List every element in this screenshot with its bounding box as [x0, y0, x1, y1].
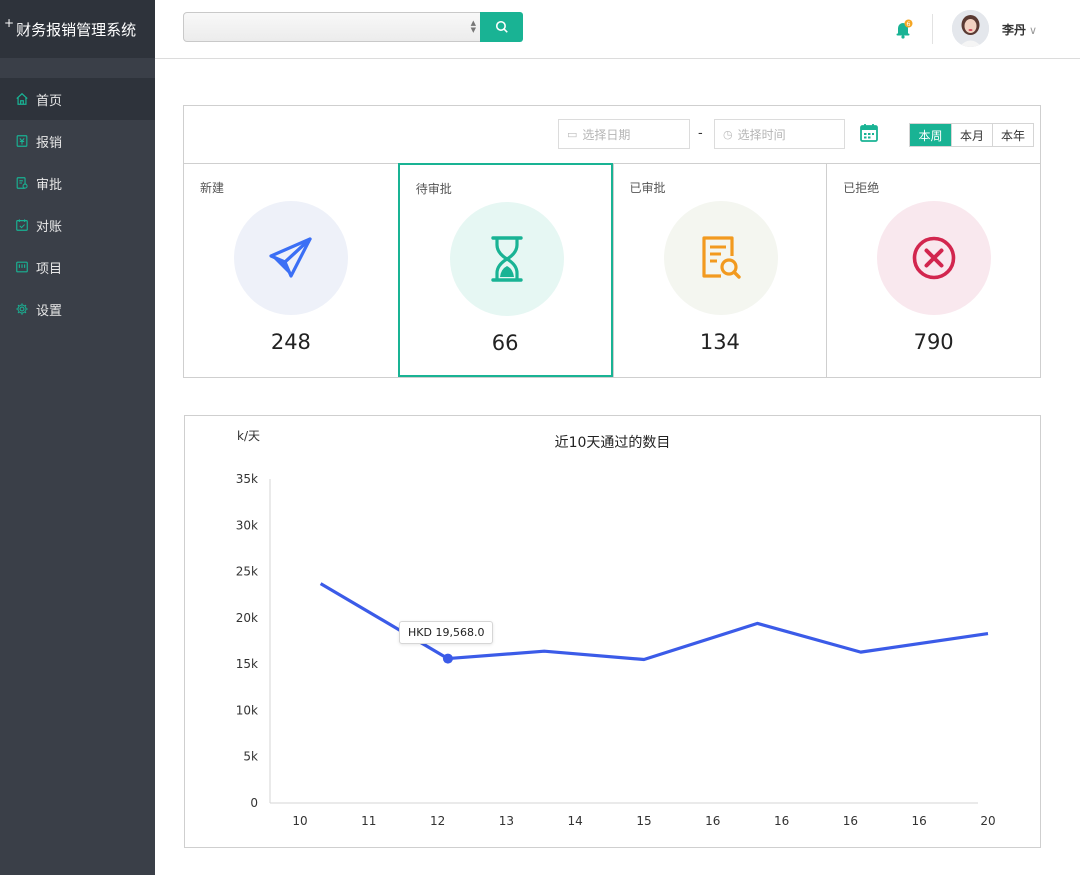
approval-icon	[15, 176, 29, 190]
stat-label: 待审批	[415, 182, 452, 196]
period-year-button[interactable]: 本年	[992, 124, 1033, 146]
y-tick-label: 35k	[236, 472, 258, 486]
chevron-down-icon: ∨	[1029, 24, 1038, 37]
sidebar-item-label: 项目	[36, 261, 63, 277]
tooltip-text: HKD 19,568.0	[408, 626, 485, 639]
home-icon	[15, 92, 29, 106]
notification-count: 6	[906, 20, 910, 28]
app-title: 财务报销管理系统	[16, 20, 137, 39]
y-tick-label: 30k	[236, 518, 258, 532]
calendar-check-icon	[15, 218, 29, 232]
avatar[interactable]	[952, 10, 989, 47]
sidebar-item-settings[interactable]: 设置	[0, 288, 155, 330]
top-header: ▲ ▼ 6 李丹 ∨	[155, 0, 1080, 59]
y-tick-label: 10k	[236, 703, 258, 717]
data-point-highlight	[442, 653, 453, 664]
y-tick-label: 5k	[243, 750, 258, 764]
period-toggle: 本周 本月 本年	[909, 123, 1034, 147]
calendar-icon	[860, 124, 878, 142]
document-search-icon	[701, 236, 741, 279]
x-tick-label: 16	[774, 814, 789, 828]
sidebar-item-label: 设置	[36, 303, 63, 319]
project-icon	[15, 260, 29, 274]
stat-icon-circle	[234, 201, 348, 315]
y-tick-label: 15k	[236, 657, 258, 671]
x-tick-label: 20	[980, 814, 995, 828]
stat-icon-circle	[663, 201, 778, 315]
stat-card-rejected[interactable]: 已拒绝 790	[826, 164, 1040, 377]
bell-icon: 6	[896, 19, 913, 39]
sidebar-item-project[interactable]: 项目	[0, 246, 155, 288]
clock-icon: ◷	[723, 127, 733, 141]
search-icon	[495, 20, 508, 33]
sidebar-item-home[interactable]: 首页	[0, 78, 155, 120]
sidebar-item-approval[interactable]: 审批	[0, 162, 155, 204]
x-tick-label: 16	[705, 814, 720, 828]
brand-plus: +	[4, 16, 15, 30]
stat-value: 134	[699, 330, 740, 354]
sidebar-item-label: 审批	[36, 177, 63, 193]
stat-card-approved[interactable]: 已审批 134	[612, 164, 827, 377]
x-tick-label: 13	[499, 814, 514, 828]
chart-tooltip: HKD 19,568.0	[399, 621, 494, 644]
x-tick-label: 10	[292, 814, 307, 828]
stat-cards: 新建 248 待审批 66 已审批 134 已拒绝 790	[184, 163, 1040, 377]
range-dash: -	[698, 126, 703, 141]
stat-value: 790	[913, 330, 954, 354]
line-chart: 0 5k 10k 15k 20k 25k 30k 35k 10 11 12 13 14 15 16 16 16 1…	[236, 472, 996, 828]
sidebar-item-reimburse[interactable]: 报销	[0, 120, 155, 162]
receipt-icon	[15, 134, 29, 148]
period-week-button[interactable]: 本周	[910, 124, 951, 146]
user-avatar-icon	[952, 10, 989, 47]
paper-plane-icon	[269, 237, 312, 278]
search-select[interactable]: ▲ ▼	[183, 12, 481, 42]
hourglass-icon	[491, 236, 523, 282]
stat-label: 已拒绝	[843, 181, 880, 195]
x-tick-label: 12	[430, 814, 445, 828]
filter-bar: ▭ 选择日期 - ◷ 选择时间 本周 本月 本年	[184, 106, 1040, 164]
notification-bell-button[interactable]: 6	[893, 18, 915, 40]
stat-card-new[interactable]: 新建 248	[184, 164, 398, 377]
time-picker[interactable]: ◷ 选择时间	[714, 119, 845, 149]
sidebar: + 财务报销管理系统 首页 报销 审批 对账 项目 设置	[0, 0, 155, 875]
y-tick-label: 20k	[236, 611, 258, 625]
stat-label: 新建	[200, 181, 225, 195]
user-name: 李丹	[1002, 23, 1027, 37]
date-picker[interactable]: ▭ 选择日期	[558, 119, 690, 149]
search-button[interactable]	[480, 12, 523, 42]
sidebar-item-label: 报销	[36, 135, 63, 151]
x-tick-label: 16	[912, 814, 927, 828]
sidebar-item-reconcile[interactable]: 对账	[0, 204, 155, 246]
stat-label: 已审批	[629, 181, 666, 195]
calendar-button[interactable]	[860, 123, 878, 143]
x-tick-label: 14	[568, 814, 583, 828]
date-placeholder: 选择日期	[582, 127, 631, 142]
stat-icon-circle	[449, 202, 564, 316]
sidebar-item-label: 首页	[36, 93, 63, 109]
calendar-small-icon: ▭	[567, 127, 578, 141]
x-tick-label: 16	[843, 814, 858, 828]
app-brand: + 财务报销管理系统	[0, 0, 155, 58]
period-month-button[interactable]: 本月	[951, 124, 992, 146]
x-tick-label: 15	[636, 814, 651, 828]
x-tick-label: 11	[361, 814, 376, 828]
y-tick-label: 25k	[236, 565, 258, 579]
select-arrows-icon: ▲ ▼	[470, 19, 476, 34]
sidebar-item-label: 对账	[36, 219, 63, 235]
stat-icon-circle	[877, 201, 992, 315]
stats-panel: ▭ 选择日期 - ◷ 选择时间 本周 本月 本年 新建 248 待审批 66 已…	[183, 105, 1041, 378]
user-menu[interactable]: 李丹 ∨	[1002, 21, 1037, 38]
stat-value: 248	[270, 330, 311, 354]
stat-card-pending[interactable]: 待审批 66	[397, 163, 613, 377]
sidebar-nav: 首页 报销 审批 对账 项目 设置	[0, 78, 155, 330]
y-tick-label: 0	[250, 796, 258, 810]
stat-value: 66	[491, 331, 519, 355]
chart-panel: k/天 近10天通过的数目 0 5k 10k 15k 20k 25k 30k 35k 10 11 1…	[184, 415, 1041, 848]
time-placeholder: 选择时间	[737, 127, 786, 142]
close-circle-icon	[912, 236, 956, 280]
header-divider	[932, 14, 933, 44]
gear-icon	[15, 302, 29, 316]
